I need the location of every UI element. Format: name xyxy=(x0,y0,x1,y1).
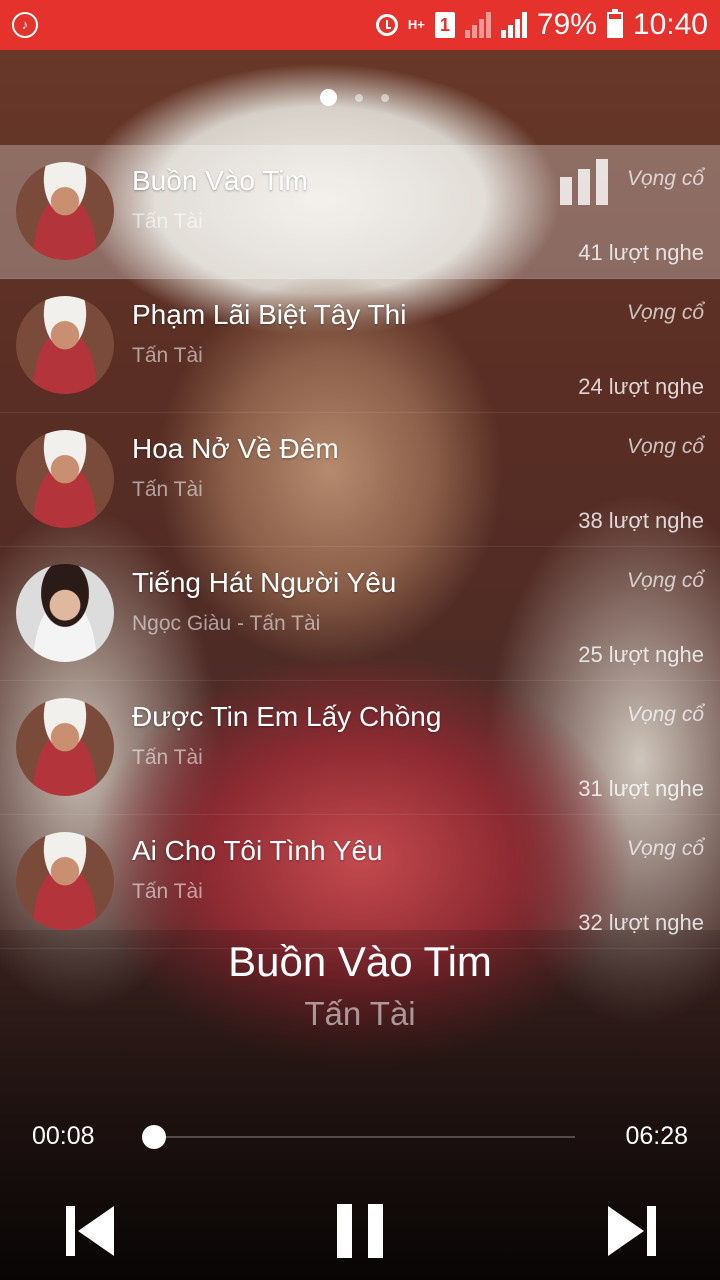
total-time: 06:28 xyxy=(625,1122,688,1150)
track-plays: 38 lượt nghe xyxy=(578,508,704,533)
now-playing-title: Buồn Vào Tim xyxy=(228,938,492,985)
track-title: Ai Cho Tôi Tình Yêu xyxy=(132,835,383,866)
skip-previous-icon[interactable] xyxy=(62,1200,118,1262)
current-time: 00:08 xyxy=(32,1122,95,1150)
track-plays: 31 lượt nghe xyxy=(578,776,704,801)
track-title: Được Tin Em Lấy Chồng xyxy=(132,701,442,732)
clock: 10:40 xyxy=(632,8,708,41)
now-playing-equalizer-icon xyxy=(560,159,608,205)
page-dot[interactable] xyxy=(355,93,363,102)
track-title: Buồn Vào Tim xyxy=(132,165,308,196)
track-plays: 41 lượt nghe xyxy=(578,240,704,265)
track-item[interactable]: Được Tin Em Lấy Chồng Tấn Tài Vọng cổ 31… xyxy=(0,681,720,815)
signal-sim1-icon xyxy=(464,12,491,38)
skip-next-icon[interactable] xyxy=(604,1200,660,1262)
track-avatar xyxy=(16,832,114,930)
pause-icon[interactable] xyxy=(334,1200,388,1262)
sim-slot-icon: 1 xyxy=(434,12,455,38)
playlist: Buồn Vào Tim Tấn Tài Vọng cổ 41 lượt ngh… xyxy=(0,145,720,949)
track-genre: Vọng cổ xyxy=(626,703,704,726)
track-artist: Tấn Tài xyxy=(132,210,203,233)
track-avatar xyxy=(16,430,114,528)
page-dot[interactable] xyxy=(381,93,389,102)
track-item[interactable]: Buồn Vào Tim Tấn Tài Vọng cổ 41 lượt ngh… xyxy=(0,145,720,279)
track-plays: 32 lượt nghe xyxy=(578,910,704,935)
track-artist: Tấn Tài xyxy=(132,478,203,501)
track-artist: Tấn Tài xyxy=(132,344,203,367)
track-item[interactable]: Ai Cho Tôi Tình Yêu Tấn Tài Vọng cổ 32 l… xyxy=(0,815,720,949)
track-genre: Vọng cổ xyxy=(626,837,704,860)
track-title: Tiếng Hát Người Yêu xyxy=(132,567,397,598)
track-item[interactable]: Hoa Nở Về Đêm Tấn Tài Vọng cổ 38 lượt ng… xyxy=(0,413,720,547)
track-item[interactable]: Tiếng Hát Người Yêu Ngọc Giàu - Tấn Tài … xyxy=(0,547,720,681)
track-genre: Vọng cổ xyxy=(626,167,704,190)
track-avatar xyxy=(16,564,114,662)
track-artist: Ngọc Giàu - Tấn Tài xyxy=(132,612,321,635)
track-item[interactable]: Phạm Lãi Biệt Tây Thi Tấn Tài Vọng cổ 24… xyxy=(0,279,720,413)
track-genre: Vọng cổ xyxy=(626,301,704,324)
status-icons: H+ 1 79% 10:40 xyxy=(375,0,708,50)
page-indicator xyxy=(320,89,389,106)
track-avatar xyxy=(16,296,114,394)
seek-bar[interactable] xyxy=(141,1125,575,1149)
track-genre: Vọng cổ xyxy=(626,569,704,592)
track-plays: 24 lượt nghe xyxy=(578,374,704,399)
track-title: Hoa Nở Về Đêm xyxy=(132,433,339,464)
track-genre: Vọng cổ xyxy=(626,435,704,458)
track-artist: Tấn Tài xyxy=(132,880,203,903)
seek-thumb[interactable] xyxy=(141,1125,166,1149)
music-player-screen: ♪ H+ 1 79% 10:40 Buồn Vào Tim Tấn Tài Vọ… xyxy=(0,0,720,1280)
track-avatar xyxy=(16,162,114,260)
page-dot[interactable] xyxy=(320,89,337,106)
track-artist: Tấn Tài xyxy=(132,746,203,769)
battery-percent: 79% xyxy=(536,8,597,41)
now-playing-artist: Tấn Tài xyxy=(304,995,416,1032)
track-title: Phạm Lãi Biệt Tây Thi xyxy=(132,299,407,330)
signal-sim2-icon xyxy=(500,12,527,38)
app-logo-icon: ♪ xyxy=(12,12,38,38)
track-avatar xyxy=(16,698,114,796)
alarm-icon xyxy=(375,14,398,36)
battery-icon xyxy=(606,9,623,38)
track-plays: 25 lượt nghe xyxy=(578,642,704,667)
network-type-icon: H+ xyxy=(407,17,425,32)
status-bar: ♪ H+ 1 79% 10:40 xyxy=(0,0,720,50)
